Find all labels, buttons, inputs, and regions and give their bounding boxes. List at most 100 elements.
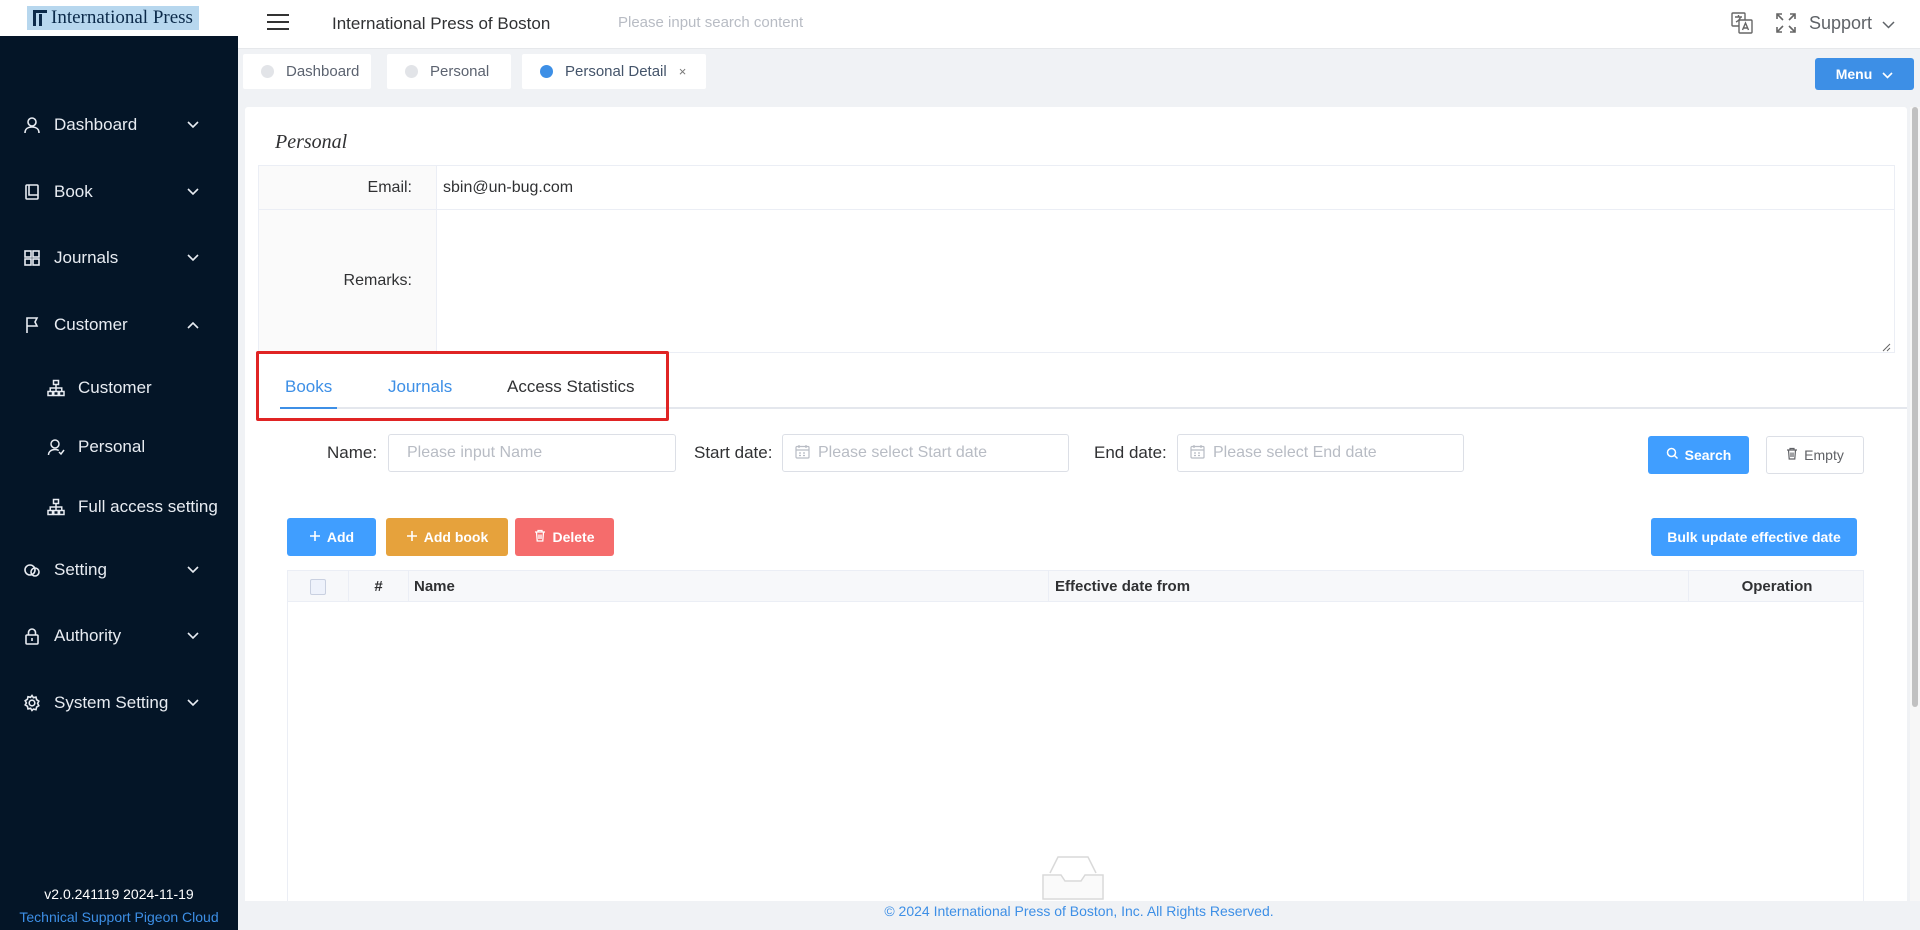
tab-status-dot <box>540 65 553 78</box>
tab-books[interactable]: Books <box>285 377 332 397</box>
personal-detail-table: Email: sbin@un-bug.com Remarks: <box>258 165 1895 353</box>
menu-button[interactable]: Menu <box>1815 58 1914 90</box>
hamburger-menu-icon[interactable] <box>267 14 289 32</box>
tab-status-dot <box>261 65 274 78</box>
sidebar-item-journals[interactable]: Journals <box>0 225 238 292</box>
logo[interactable]: International Press <box>27 6 199 30</box>
scrollbar-thumb[interactable] <box>1912 107 1918 707</box>
main-panel: Personal Email: sbin@un-bug.com Remarks:… <box>245 107 1907 930</box>
chevron-down-icon <box>186 118 200 132</box>
sidebar-item-dashboard[interactable]: Dashboard <box>0 92 238 159</box>
remarks-label: Remarks: <box>259 210 437 352</box>
search-icon <box>1666 447 1679 463</box>
books-table: # Name Effective date from Operation <box>287 570 1864 930</box>
page-tabs-bar: Dashboard Personal Personal Detail × Men… <box>238 49 1920 95</box>
sidebar-item-customer[interactable]: Customer <box>0 292 238 359</box>
sidebar-subitem-label: Personal <box>78 437 146 457</box>
chevron-down-icon <box>186 696 200 710</box>
sidebar-item-label: Authority <box>54 626 122 646</box>
column-header-name[interactable]: Name <box>409 571 1049 602</box>
tab-dashboard[interactable]: Dashboard <box>243 54 371 89</box>
chevron-down-icon <box>1882 66 1893 82</box>
sidebar-subitem-label: Full access setting <box>78 496 218 516</box>
bulk-update-effective-date-button[interactable]: Bulk update effective date <box>1651 518 1857 556</box>
detail-tabs: Books Journals Access Statistics <box>280 367 1907 409</box>
remarks-row: Remarks: <box>259 210 1894 352</box>
tab-personal[interactable]: Personal <box>387 54 511 89</box>
add-button-label: Add <box>326 529 355 545</box>
sidebar-item-label: System Setting <box>54 692 169 712</box>
plus-icon <box>406 529 418 545</box>
add-button[interactable]: Add <box>287 518 376 556</box>
lock-icon <box>22 626 42 646</box>
user-icon <box>22 115 42 135</box>
add-book-button-label: Add book <box>423 529 489 545</box>
sidebar-subitem-customer[interactable]: Customer <box>0 358 238 418</box>
column-header-effective-date[interactable]: Effective date from <box>1049 571 1689 602</box>
start-date-picker[interactable] <box>782 434 1069 472</box>
calendar-icon <box>795 444 810 462</box>
calendar-icon <box>1190 444 1205 462</box>
sidebar-item-label: Customer <box>54 314 128 334</box>
tab-personal-detail[interactable]: Personal Detail × <box>522 54 706 89</box>
bulk-update-button-label: Bulk update effective date <box>1667 529 1841 545</box>
column-header-index: # <box>349 571 409 602</box>
sidebar-item-authority[interactable]: Authority <box>0 603 238 670</box>
trash-icon <box>534 529 546 545</box>
email-label: Email: <box>259 166 437 209</box>
app-title: International Press of Boston <box>332 14 551 33</box>
select-all-checkbox[interactable] <box>310 578 326 595</box>
grid-icon <box>22 248 42 268</box>
sidebar-subitem-label: Customer <box>78 377 152 397</box>
empty-button[interactable]: Empty <box>1766 436 1864 474</box>
page-scrollbar[interactable] <box>1910 107 1920 930</box>
end-date-input[interactable] <box>1213 444 1453 462</box>
tab-access-statistics[interactable]: Access Statistics <box>507 377 635 397</box>
empty-button-label: Empty <box>1804 447 1844 463</box>
tab-label: Personal Detail <box>565 63 667 80</box>
table-header: # Name Effective date from Operation <box>288 571 1863 602</box>
sidebar-item-system-setting[interactable]: System Setting <box>0 670 238 737</box>
chevron-down-icon <box>186 251 200 265</box>
select-all-cell <box>288 571 349 602</box>
sidebar: International Press Dashboard Book Journ… <box>0 0 238 930</box>
fullscreen-icon[interactable] <box>1776 13 1796 33</box>
delete-button[interactable]: Delete <box>515 518 614 556</box>
logo-mark-icon <box>33 10 47 26</box>
menu-button-label: Menu <box>1835 66 1873 82</box>
sidebar-item-label: Setting <box>54 559 107 579</box>
resize-handle-icon[interactable] <box>1881 339 1891 352</box>
remarks-textarea[interactable] <box>437 210 1894 352</box>
close-icon[interactable]: × <box>679 64 687 79</box>
tab-label: Dashboard <box>286 63 360 80</box>
translate-icon[interactable] <box>1731 12 1753 34</box>
trash-icon <box>1786 447 1798 463</box>
search-button[interactable]: Search <box>1648 436 1749 474</box>
search-input[interactable] <box>618 14 878 31</box>
logo-bar: International Press <box>0 0 238 36</box>
sidebar-item-book[interactable]: Book <box>0 159 238 226</box>
support-dropdown[interactable]: Support <box>1809 13 1895 34</box>
chevron-down-icon <box>1882 13 1895 34</box>
sidebar-subitem-full-access-setting[interactable]: Full access setting <box>0 477 238 537</box>
sidebar-item-setting[interactable]: Setting <box>0 537 238 604</box>
chevron-down-icon <box>186 629 200 643</box>
name-filter-input[interactable] <box>388 434 676 472</box>
search-button-label: Search <box>1684 447 1732 463</box>
tab-journals[interactable]: Journals <box>388 377 452 397</box>
sidebar-item-label: Book <box>54 181 93 201</box>
chevron-down-icon <box>186 185 200 199</box>
version-text: v2.0.241119 2024-11-19 <box>44 886 194 902</box>
org-chart-icon <box>46 497 66 517</box>
email-value: sbin@un-bug.com <box>443 178 574 196</box>
start-date-input[interactable] <box>818 444 1058 462</box>
add-book-button[interactable]: Add book <box>386 518 508 556</box>
chevron-up-icon <box>186 318 200 332</box>
active-tab-indicator <box>280 407 337 409</box>
sidebar-subitem-personal[interactable]: Personal <box>0 418 238 478</box>
end-date-picker[interactable] <box>1177 434 1464 472</box>
support-label: Support <box>1809 13 1873 33</box>
technical-support-link[interactable]: Technical Support Pigeon Cloud <box>0 909 238 925</box>
delete-button-label: Delete <box>552 529 595 545</box>
gear-icon <box>22 693 42 713</box>
